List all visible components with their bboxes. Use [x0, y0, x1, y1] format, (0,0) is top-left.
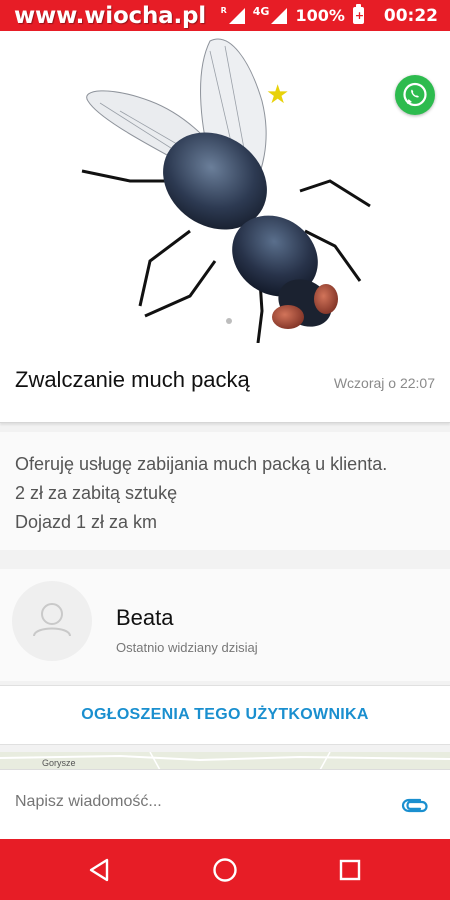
whatsapp-button[interactable]: [395, 75, 435, 115]
message-input[interactable]: [15, 793, 385, 811]
attach-button[interactable]: [400, 792, 430, 818]
description-line: Dojazd 1 zł za km: [15, 512, 158, 532]
clock: 00:22: [383, 5, 438, 26]
battery-percent: 100%: [295, 6, 345, 25]
user-card[interactable]: Beata Ostatnio widziany dzisiaj: [0, 569, 450, 681]
map-place-label: Gorysze: [42, 758, 76, 768]
paperclip-icon: [401, 798, 428, 813]
back-triangle-icon[interactable]: [87, 857, 113, 883]
status-bar: www.wiocha.pl R 4G 100% + 00:22: [0, 0, 450, 31]
title-card: Zwalczanie much packą Wczoraj o 22:07: [0, 343, 450, 423]
navigation-bar: [0, 839, 450, 900]
fly-image: [81, 38, 371, 343]
description-card: Oferuję usługę zabijania much packą u kl…: [0, 432, 450, 550]
network-label: 4G: [252, 5, 270, 18]
status-indicators: R 4G 100% + 00:22: [220, 4, 438, 26]
whatsapp-icon: [403, 82, 427, 107]
battery-icon: +: [352, 4, 365, 24]
last-seen-text: Ostatnio widziany dzisiaj: [116, 640, 258, 655]
favorite-star-icon[interactable]: ★: [266, 81, 289, 107]
signal-4g-icon: [271, 7, 288, 24]
watermark-text: www.wiocha.pl: [14, 2, 206, 29]
signal-icon: [228, 7, 245, 24]
user-name: Beata: [116, 605, 174, 630]
user-listings-button[interactable]: OGŁOSZENIA TEGO UŻYTKOWNIKA: [0, 685, 450, 745]
description-line: 2 zł za zabitą sztukę: [15, 483, 178, 503]
listing-title: Zwalczanie much packą: [15, 367, 250, 392]
description-line: Oferuję usługę zabijania much packą u kl…: [15, 454, 388, 474]
photo-page-indicator: [226, 318, 232, 324]
map-preview[interactable]: Gorysze: [0, 752, 450, 770]
listing-photo[interactable]: ★: [0, 31, 450, 343]
home-circle-icon[interactable]: [212, 857, 238, 883]
listing-date: Wczoraj o 22:07: [333, 375, 435, 391]
avatar: [12, 581, 92, 661]
recents-square-icon[interactable]: [337, 857, 363, 883]
sim-label: R: [220, 6, 227, 15]
user-placeholder-icon: [33, 603, 71, 637]
screen: www.wiocha.pl R 4G 100% + 00:22 ★ Zwalcz…: [0, 0, 450, 900]
message-bar: [0, 769, 450, 839]
